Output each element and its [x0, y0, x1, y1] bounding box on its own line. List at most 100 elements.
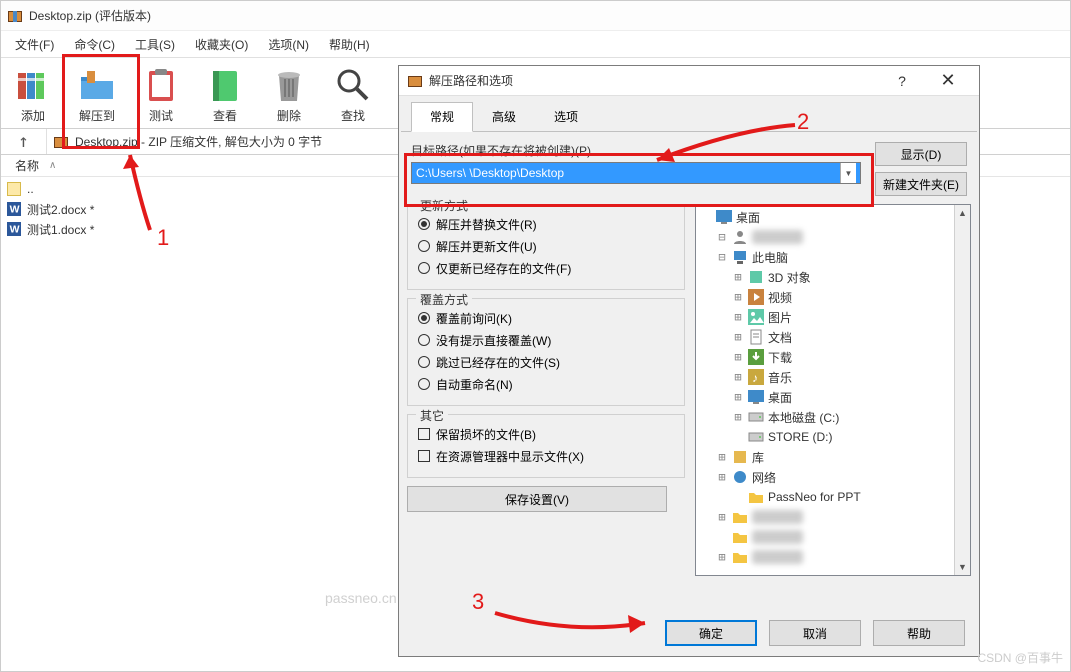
tree-expand-icon[interactable]: ⊞ [732, 310, 744, 324]
tree-expand-icon[interactable]: ⊞ [732, 330, 744, 344]
cancel-button[interactable]: 取消 [769, 620, 861, 646]
doc-icon [748, 329, 764, 345]
tree-item[interactable]: ⊞文档 [698, 327, 968, 347]
tool-find[interactable]: 查找 [321, 60, 385, 128]
tree-item[interactable]: ⊞ 视频 [698, 287, 968, 307]
help-button[interactable]: 帮助 [873, 620, 965, 646]
tree-expand-icon[interactable]: ⊞ [732, 270, 744, 284]
folder-tree[interactable]: 桌面⊟██████⊟此电脑⊞3D 对象⊞视频⊞图片⊞文档⊞下载⊞♪音乐⊞桌面⊞本… [695, 204, 971, 576]
chevron-down-icon[interactable]: ▼ [840, 163, 856, 183]
tree-item[interactable]: ⊞桌面 [698, 387, 968, 407]
tree-item[interactable]: ██████ [698, 527, 968, 547]
tool-test[interactable]: 测试 [129, 60, 193, 128]
tree-expand-icon[interactable]: ⊞ [732, 390, 744, 404]
user-icon [732, 229, 748, 245]
tool-delete[interactable]: 删除 [257, 60, 321, 128]
tree-label: ██████ [752, 550, 803, 564]
scroll-down-icon[interactable]: ▼ [955, 559, 970, 575]
tree-item[interactable]: 桌面 [698, 207, 968, 227]
menu-file[interactable]: 文件(F) [7, 32, 62, 57]
tree-expand-icon[interactable]: ⊞ [732, 350, 744, 364]
menu-command[interactable]: 命令(C) [66, 32, 123, 57]
tab-general[interactable]: 常规 [411, 102, 473, 132]
tree-expand-icon[interactable]: ⊞ [716, 470, 728, 484]
radio-ask[interactable]: 覆盖前询问(K) [418, 307, 674, 329]
update-group: 更新方式 解压并替换文件(R) 解压并更新文件(U) 仅更新已经存在的文件(F) [407, 204, 685, 290]
tree-label: PassNeo for PPT [768, 490, 861, 504]
trash-icon [269, 65, 309, 105]
desktop-icon [716, 209, 732, 225]
net-icon [732, 469, 748, 485]
show-button[interactable]: 显示(D) [875, 142, 967, 166]
dialog-help-button[interactable]: ? [879, 67, 925, 95]
tree-item[interactable]: STORE (D:) [698, 427, 968, 447]
radio-skip[interactable]: 跳过已经存在的文件(S) [418, 351, 674, 373]
check-show-explorer[interactable]: 在资源管理器中显示文件(X) [418, 445, 674, 467]
save-settings-button[interactable]: 保存设置(V) [407, 486, 667, 512]
tab-options[interactable]: 选项 [535, 102, 597, 131]
tree-expand-icon[interactable]: ⊞ [716, 450, 728, 464]
radio-icon [418, 240, 430, 252]
tree-label: 视频 [768, 289, 792, 306]
radio-extract-replace[interactable]: 解压并替换文件(R) [418, 213, 674, 235]
tree-label: 图片 [768, 309, 792, 326]
menu-options[interactable]: 选项(N) [260, 32, 317, 57]
tree-label: 桌面 [736, 209, 760, 226]
tree-item[interactable]: ⊞♪音乐 [698, 367, 968, 387]
scroll-up-icon[interactable]: ▲ [955, 205, 970, 221]
tree-item[interactable]: ⊞ 图片 [698, 307, 968, 327]
radio-update-existing[interactable]: 仅更新已经存在的文件(F) [418, 257, 674, 279]
tree-scrollbar[interactable]: ▲ ▼ [954, 205, 970, 575]
tool-view[interactable]: 查看 [193, 60, 257, 128]
path-up-button[interactable]: ↑ [1, 129, 47, 154]
tree-item[interactable]: ⊞本地磁盘 (C:) [698, 407, 968, 427]
dialog-close-button[interactable]: ✕ [925, 67, 971, 95]
picture-icon [748, 309, 764, 325]
tree-item[interactable]: PassNeo for PPT [698, 487, 968, 507]
tree-expand-icon[interactable]: ⊞ [716, 550, 728, 564]
path-section: 目标路径(如果不存在将被创建)(P) C:\Users\ \Desktop\De… [411, 142, 865, 184]
updir-icon [7, 182, 21, 196]
radio-extract-update[interactable]: 解压并更新文件(U) [418, 235, 674, 257]
check-keep-broken[interactable]: 保留损坏的文件(B) [418, 423, 674, 445]
radio-overwrite[interactable]: 没有提示直接覆盖(W) [418, 329, 674, 351]
tree-item[interactable]: ⊟ ██████ [698, 227, 968, 247]
misc-group: 其它 保留损坏的文件(B) 在资源管理器中显示文件(X) [407, 414, 685, 478]
tree-label: ██████ [752, 230, 803, 244]
col-name[interactable]: 名称∧ [7, 157, 157, 174]
tool-add[interactable]: 添加 [1, 60, 65, 128]
tree-expand-icon[interactable]: ⊟ [716, 230, 728, 244]
tree-item[interactable]: ⊟此电脑 [698, 247, 968, 267]
tree-item[interactable]: ⊞下载 [698, 347, 968, 367]
3d-icon [748, 269, 764, 285]
radio-rename[interactable]: 自动重命名(N) [418, 373, 674, 395]
annotation-3: 3 [472, 589, 484, 615]
tree-expand-icon[interactable]: ⊞ [732, 370, 744, 384]
tree-item[interactable]: ⊞网络 [698, 467, 968, 487]
path-text: Desktop.zip - ZIP 压缩文件, 解包大小为 0 字节 [75, 133, 322, 150]
tree-expand-icon[interactable]: ⊞ [716, 510, 728, 524]
watermark: passneo.cn [325, 590, 397, 606]
svg-text:♪: ♪ [752, 371, 758, 385]
tree-item[interactable]: ⊞库 [698, 447, 968, 467]
svg-text:W: W [10, 224, 20, 236]
newfolder-button[interactable]: 新建文件夹(E) [875, 172, 967, 196]
word-icon: W [7, 202, 21, 216]
tree-expand-icon[interactable]: ⊞ [732, 290, 744, 304]
folder-icon [732, 529, 748, 545]
path-combobox[interactable]: C:\Users\ \Desktop\Desktop ▼ [411, 162, 861, 184]
magnify-icon [333, 65, 373, 105]
tree-expand-icon[interactable]: ⊟ [716, 250, 728, 264]
tree-item[interactable]: ⊞██████ [698, 507, 968, 527]
tree-item[interactable]: ⊞ ██████ [698, 547, 968, 567]
path-label: 目标路径(如果不存在将被创建)(P) [411, 142, 865, 159]
dialog-tabs: 常规 高级 选项 [401, 96, 977, 132]
menu-help[interactable]: 帮助(H) [321, 32, 378, 57]
tab-advanced[interactable]: 高级 [473, 102, 535, 131]
tree-expand-icon[interactable]: ⊞ [732, 410, 744, 424]
menu-tools[interactable]: 工具(S) [127, 32, 183, 57]
tool-extract[interactable]: 解压到 [65, 60, 129, 128]
tree-item[interactable]: ⊞3D 对象 [698, 267, 968, 287]
menu-favorites[interactable]: 收藏夹(O) [187, 32, 256, 57]
ok-button[interactable]: 确定 [665, 620, 757, 646]
